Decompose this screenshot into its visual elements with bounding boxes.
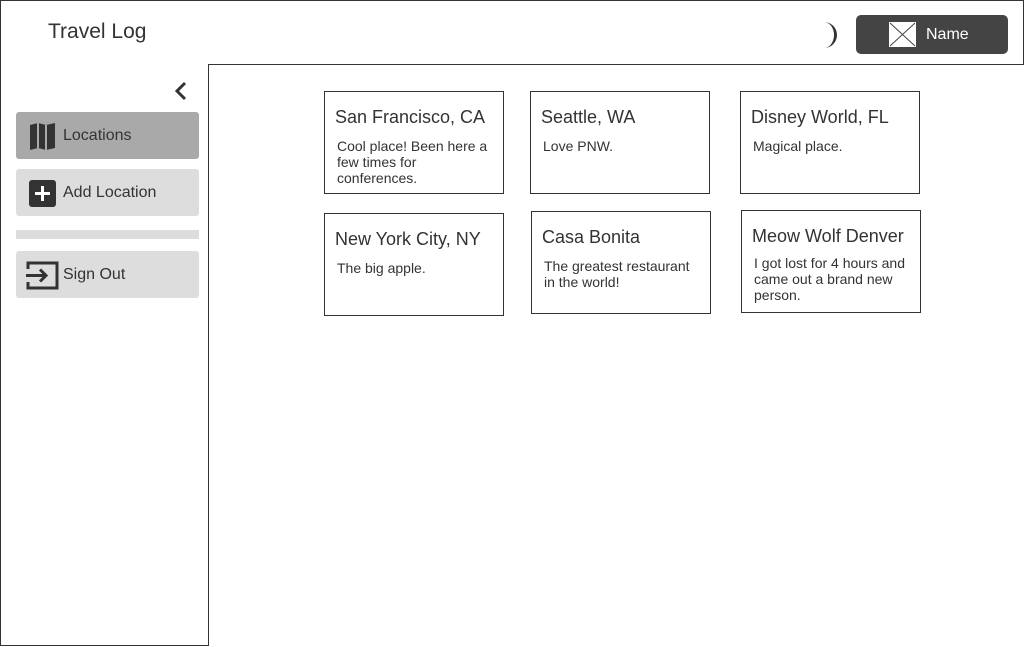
location-description: Love PNW.: [543, 138, 614, 154]
location-card[interactable]: San Francisco, CA Cool place! Been here …: [324, 91, 504, 194]
sidebar-item-add-location[interactable]: Add Location: [16, 169, 199, 216]
app-title: Travel Log: [48, 20, 147, 43]
dark-mode-toggle[interactable]: [813, 19, 839, 51]
app-header: Travel Log Name: [0, 0, 1024, 65]
location-card[interactable]: Seattle, WA Love PNW.: [530, 91, 710, 194]
location-title: Seattle, WA: [541, 107, 636, 127]
location-title: San Francisco, CA: [335, 107, 486, 127]
chevron-left-icon: [174, 81, 187, 101]
sidebar-item-locations[interactable]: Locations: [16, 112, 199, 159]
location-description: Cool place! Been here a few times for co…: [337, 138, 488, 186]
map-icon: [30, 123, 55, 150]
location-description: Magical place.: [753, 138, 843, 154]
location-title: Casa Bonita: [542, 227, 641, 247]
location-title: Disney World, FL: [751, 107, 889, 127]
mail-icon: [889, 22, 916, 47]
user-name-label: Name: [926, 26, 969, 43]
moon-icon: [824, 22, 837, 48]
location-card[interactable]: Casa Bonita The greatest restaurant in t…: [531, 211, 711, 314]
location-description: The greatest restaurant in the world!: [544, 258, 690, 290]
sidebar: Locations Add Location Sign Out: [0, 64, 209, 646]
location-description: The big apple.: [337, 260, 426, 276]
location-card[interactable]: Disney World, FL Magical place.: [740, 91, 920, 194]
sidebar-divider: [16, 230, 199, 239]
location-title: New York City, NY: [335, 229, 481, 249]
collapse-sidebar-button[interactable]: [171, 79, 191, 103]
sidebar-item-sign-out[interactable]: Sign Out: [16, 251, 199, 298]
sidebar-item-label: Locations: [63, 127, 132, 144]
location-card[interactable]: Meow Wolf Denver I got lost for 4 hours …: [741, 210, 921, 313]
sidebar-item-label: Sign Out: [63, 266, 126, 283]
location-title: Meow Wolf Denver: [752, 226, 904, 246]
sign-out-icon: [26, 261, 59, 290]
location-card[interactable]: New York City, NY The big apple.: [324, 213, 504, 316]
sidebar-item-label: Add Location: [63, 184, 157, 201]
user-menu-button[interactable]: Name: [856, 15, 1008, 54]
plus-square-icon: [29, 180, 56, 207]
location-description: I got lost for 4 hours and came out a br…: [754, 255, 905, 303]
